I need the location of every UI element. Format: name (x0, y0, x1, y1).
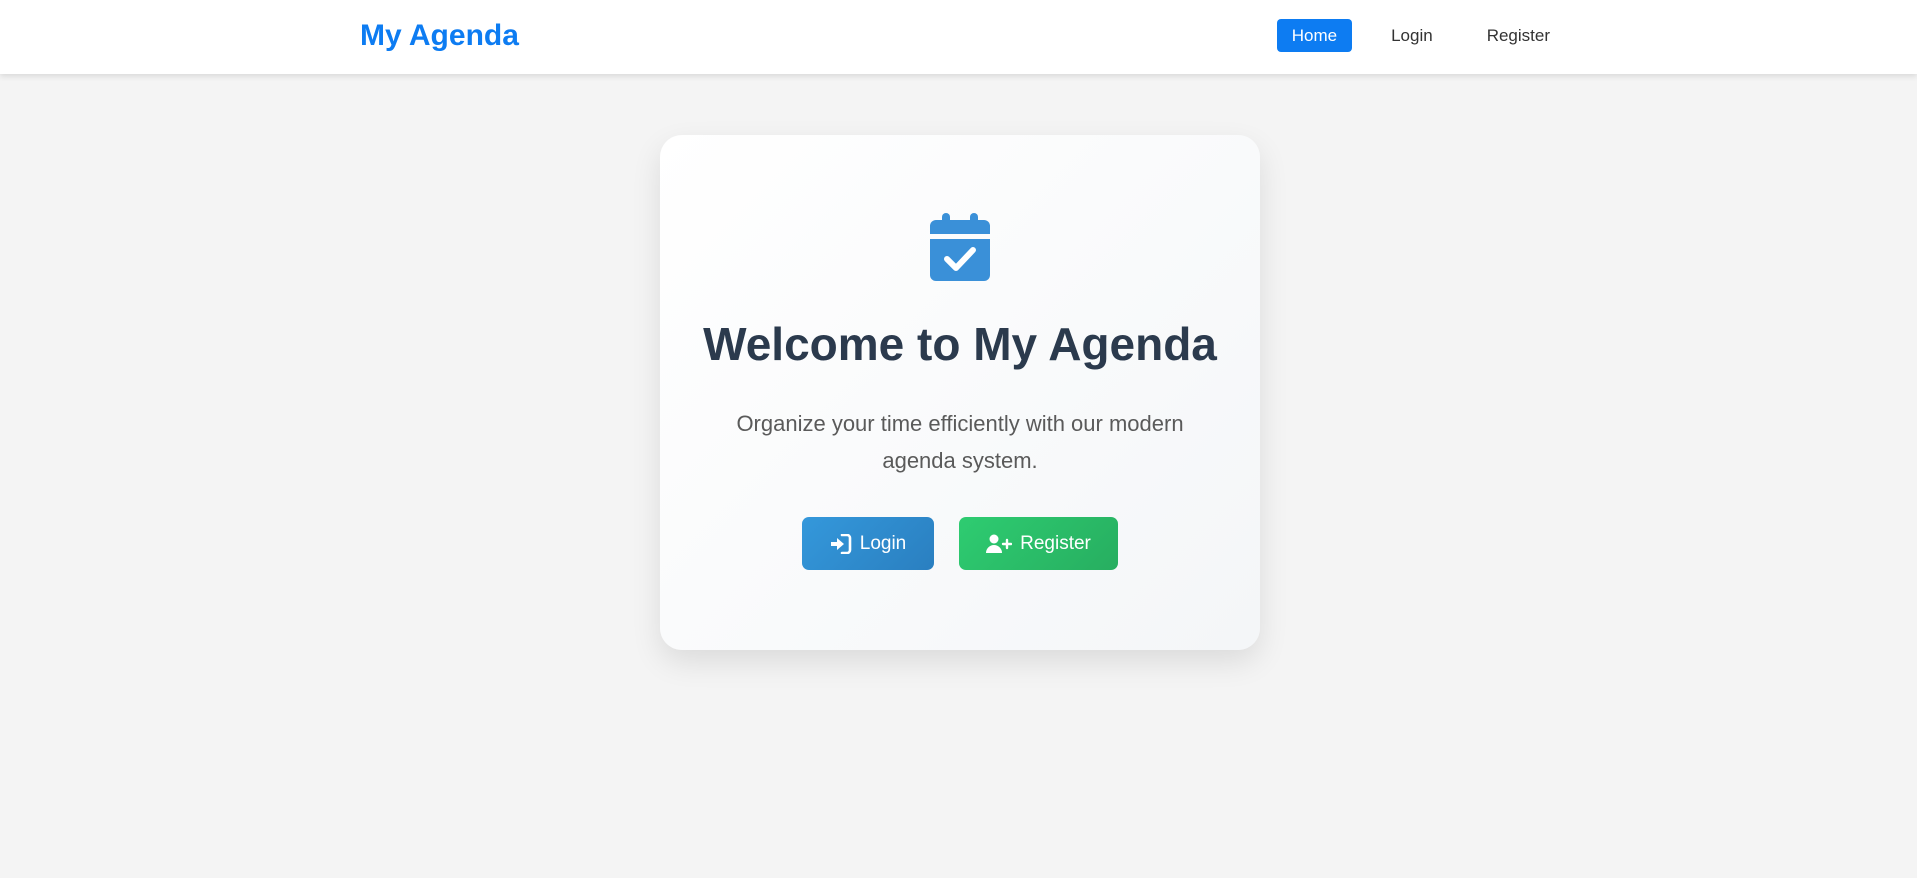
nav-login-link[interactable]: Login (1376, 19, 1448, 52)
sign-in-icon (830, 533, 852, 554)
nav-home-link[interactable]: Home (1276, 19, 1353, 52)
page-subtitle: Organize your time efficiently with our … (736, 411, 1184, 473)
action-buttons: Login Register (660, 517, 1260, 570)
nav-links: Home Login Register (1276, 19, 1565, 52)
navbar: My Agenda Home Login Register (0, 0, 1917, 74)
login-button-label: Login (859, 532, 907, 554)
calendar-check-icon (930, 213, 990, 281)
login-button[interactable]: Login (802, 517, 934, 570)
register-button[interactable]: Register (959, 517, 1118, 570)
nav-register-link[interactable]: Register (1472, 19, 1565, 52)
brand-logo[interactable]: My Agenda (360, 18, 519, 54)
user-plus-icon (986, 534, 1013, 554)
page-title: Welcome to My Agenda (703, 318, 1217, 370)
register-button-label: Register (1020, 532, 1091, 554)
welcome-card: Welcome to My Agenda Organize your time … (660, 135, 1260, 650)
